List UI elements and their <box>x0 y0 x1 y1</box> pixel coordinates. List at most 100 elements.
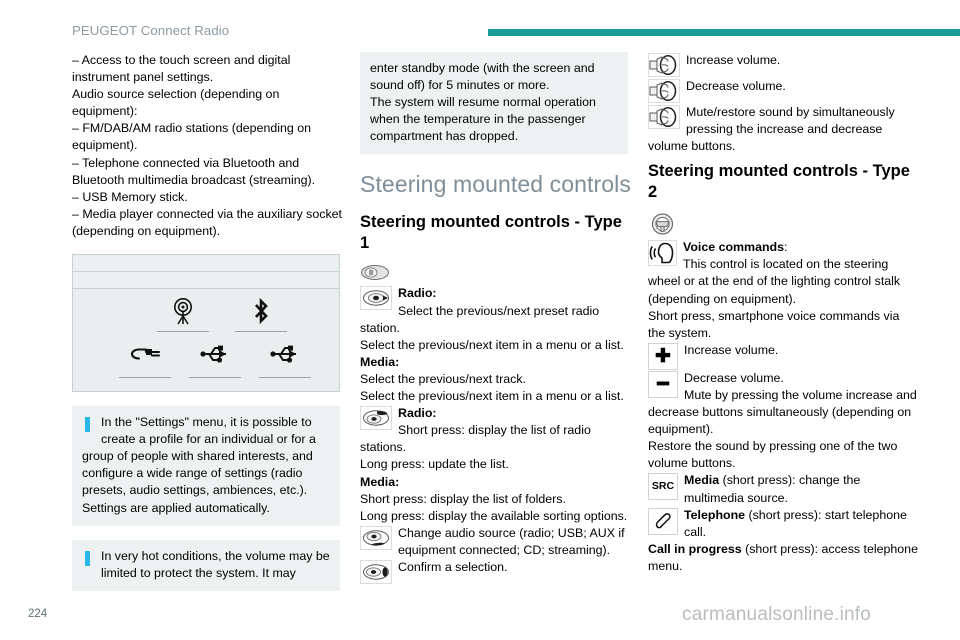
list-bold-lead-2: Media: <box>360 474 400 489</box>
page-number: 224 <box>28 608 48 620</box>
c1-para-0: – Access to the touch screen and digital… <box>72 53 291 85</box>
source-aux-underline <box>119 377 171 379</box>
list-bold-lead: Radio: <box>398 406 437 421</box>
control-entry-confirm: Confirm a selection. <box>360 559 632 585</box>
source-usb-2[interactable] <box>253 343 317 379</box>
info-note-settings-text: In the "Settings" menu, it is possible t… <box>82 415 316 515</box>
c1-para-3: – Telephone connected via Bluetooth and … <box>72 155 316 187</box>
control-entry-src: SRC Media (short press): change the mult… <box>648 472 920 506</box>
list-line-0: Short press: display the list of radio s… <box>360 423 591 455</box>
manual-page: PEUGEOT Connect Radio – Access to the to… <box>0 0 960 640</box>
steering-wheel-icon <box>648 213 920 235</box>
voice-commands-colon: : <box>784 240 788 255</box>
source-usb-1[interactable] <box>183 343 247 379</box>
voice-commands-text: This control is located on the steering … <box>648 257 901 306</box>
source-radio[interactable] <box>151 297 215 333</box>
column-3: Increase volume. Decrease volume. Mute/r… <box>648 52 920 575</box>
aux-jack-icon <box>113 343 177 375</box>
control-entry-volume-mute: Mute/restore sound by simultaneously pre… <box>648 104 920 155</box>
page-header-title: PEUGEOT Connect Radio <box>72 23 230 38</box>
info-note-hot-conditions-text: In very hot conditions, the volume may b… <box>101 548 330 580</box>
telephone-text: Telephone (short press): start telephone… <box>648 507 920 541</box>
c1-para-2: – FM/DAB/AM radio stations (depending on… <box>72 121 311 153</box>
list-line-1: Long press: update the list. <box>360 457 509 472</box>
plus-text: Increase volume. <box>684 342 779 357</box>
steering-control-overview-icon <box>360 264 632 281</box>
plus-button-icon: ✚ <box>648 342 678 370</box>
volume-increase-text: Increase volume. <box>686 53 781 67</box>
source-usb-2-underline <box>259 377 311 379</box>
figure-top-strip-2 <box>73 272 339 290</box>
list-line2-1: Long press: display the available sortin… <box>360 508 628 523</box>
call-in-progress-bold: Call in progress <box>648 541 742 556</box>
rocker-line-1: Select the previous/next item in a menu … <box>360 337 624 352</box>
list-button-icon <box>360 406 392 431</box>
control-entry-volume-decrease: Decrease volume. <box>648 78 920 104</box>
info-icon <box>85 417 90 433</box>
c1-para-5: – Media player connected via the auxilia… <box>72 206 342 238</box>
source-radio-underline <box>157 331 209 333</box>
rocker-up-down-button-icon <box>360 286 392 311</box>
control-entry-voice-commands: Voice commands: This control is located … <box>648 239 920 307</box>
voice-command-icon <box>648 240 677 267</box>
confirm-line-0: Confirm a selection. <box>398 559 508 574</box>
control-entry-telephone: Telephone (short press): start telephone… <box>648 507 920 541</box>
control-entry-list: Radio: Short press: display the list of … <box>360 405 632 456</box>
voice-commands-label: Voice commands: <box>648 239 920 256</box>
call-in-progress-text: Call in progress (short press): access t… <box>648 541 920 575</box>
source-line-0: Change audio source (radio; USB; AUX if … <box>398 525 625 557</box>
volume-mute-text: Mute/restore sound by simultaneously pre… <box>648 105 895 154</box>
control-entry-volume-increase: Increase volume. <box>648 52 920 78</box>
control-entry-minus: ━ Decrease volume. Mute by pressing the … <box>648 370 920 438</box>
rocker-line2-0: Select the previous/next track. <box>360 371 526 386</box>
c1-para-1: Audio source selection (depending on equ… <box>72 87 280 119</box>
sub-heading-type-1: Steering mounted controls - Type 1 <box>360 213 622 253</box>
figure-body <box>73 289 339 391</box>
info-note-continued-text: enter standby mode (with the screen and … <box>370 61 596 144</box>
source-button-icon <box>360 525 392 550</box>
control-entry-plus: ✚ Increase volume. <box>648 342 920 370</box>
volume-wheel-mute-icon <box>648 105 680 129</box>
rocker-bold-lead-2: Media: <box>360 354 400 369</box>
volume-wheel-up-icon <box>648 53 680 77</box>
site-watermark: carmanualsonline.info <box>682 604 872 625</box>
volume-decrease-text: Decrease volume. <box>686 79 786 93</box>
column-1: – Access to the touch screen and digital… <box>72 52 344 591</box>
source-aux[interactable] <box>113 343 177 379</box>
info-note-hot-conditions-continued: enter standby mode (with the screen and … <box>360 52 628 155</box>
bluetooth-icon <box>229 297 293 329</box>
control-entry-rocker: Radio: Select the previous/next preset r… <box>360 285 632 336</box>
rocker-line2-1: Select the previous/next item in a menu … <box>360 389 624 404</box>
info-note-settings: In the "Settings" menu, it is possible t… <box>72 406 340 526</box>
src-button-icon: SRC <box>648 473 678 501</box>
sub-heading-type-2: Steering mounted controls - Type 2 <box>648 162 910 202</box>
src-text: Media (short press): change the multimed… <box>648 472 920 506</box>
three-column-body: – Access to the touch screen and digital… <box>0 52 960 592</box>
figure-top-strip-1 <box>73 255 339 273</box>
src-bold: Media <box>684 473 720 488</box>
voice-commands-text-2: Short press, smartphone voice commands v… <box>648 308 900 340</box>
usb-icon <box>183 343 247 375</box>
telephone-bold: Telephone <box>684 507 746 522</box>
source-usb-1-underline <box>189 377 241 379</box>
usb-icon <box>253 343 317 375</box>
volume-wheel-down-icon <box>648 79 680 103</box>
rocker-bold-lead: Radio: <box>398 286 437 301</box>
info-icon <box>85 550 90 566</box>
voice-commands-bold: Voice commands <box>683 240 784 255</box>
control-entry-source: Change audio source (radio; USB; AUX if … <box>360 525 632 559</box>
section-heading-steering-mounted-controls: Steering mounted controls <box>360 171 631 198</box>
minus-text-3: Restore the sound by pressing one of the… <box>648 439 898 471</box>
telephone-button-icon <box>648 507 678 535</box>
radio-antenna-icon <box>151 297 215 329</box>
column-2: enter standby mode (with the screen and … <box>360 52 632 585</box>
info-note-hot-conditions: In very hot conditions, the volume may b… <box>72 539 340 591</box>
minus-button-icon: ━ <box>648 370 678 398</box>
list-line2-0: Short press: display the list of folders… <box>360 491 566 506</box>
confirm-button-icon <box>360 559 392 584</box>
rocker-line-0: Select the previous/next preset radio st… <box>360 303 600 335</box>
minus-text: Decrease volume. <box>684 370 784 385</box>
source-bluetooth[interactable] <box>229 297 293 333</box>
minus-text-2: Mute by pressing the volume increase and… <box>648 387 917 437</box>
audio-source-selection-figure <box>72 254 340 393</box>
